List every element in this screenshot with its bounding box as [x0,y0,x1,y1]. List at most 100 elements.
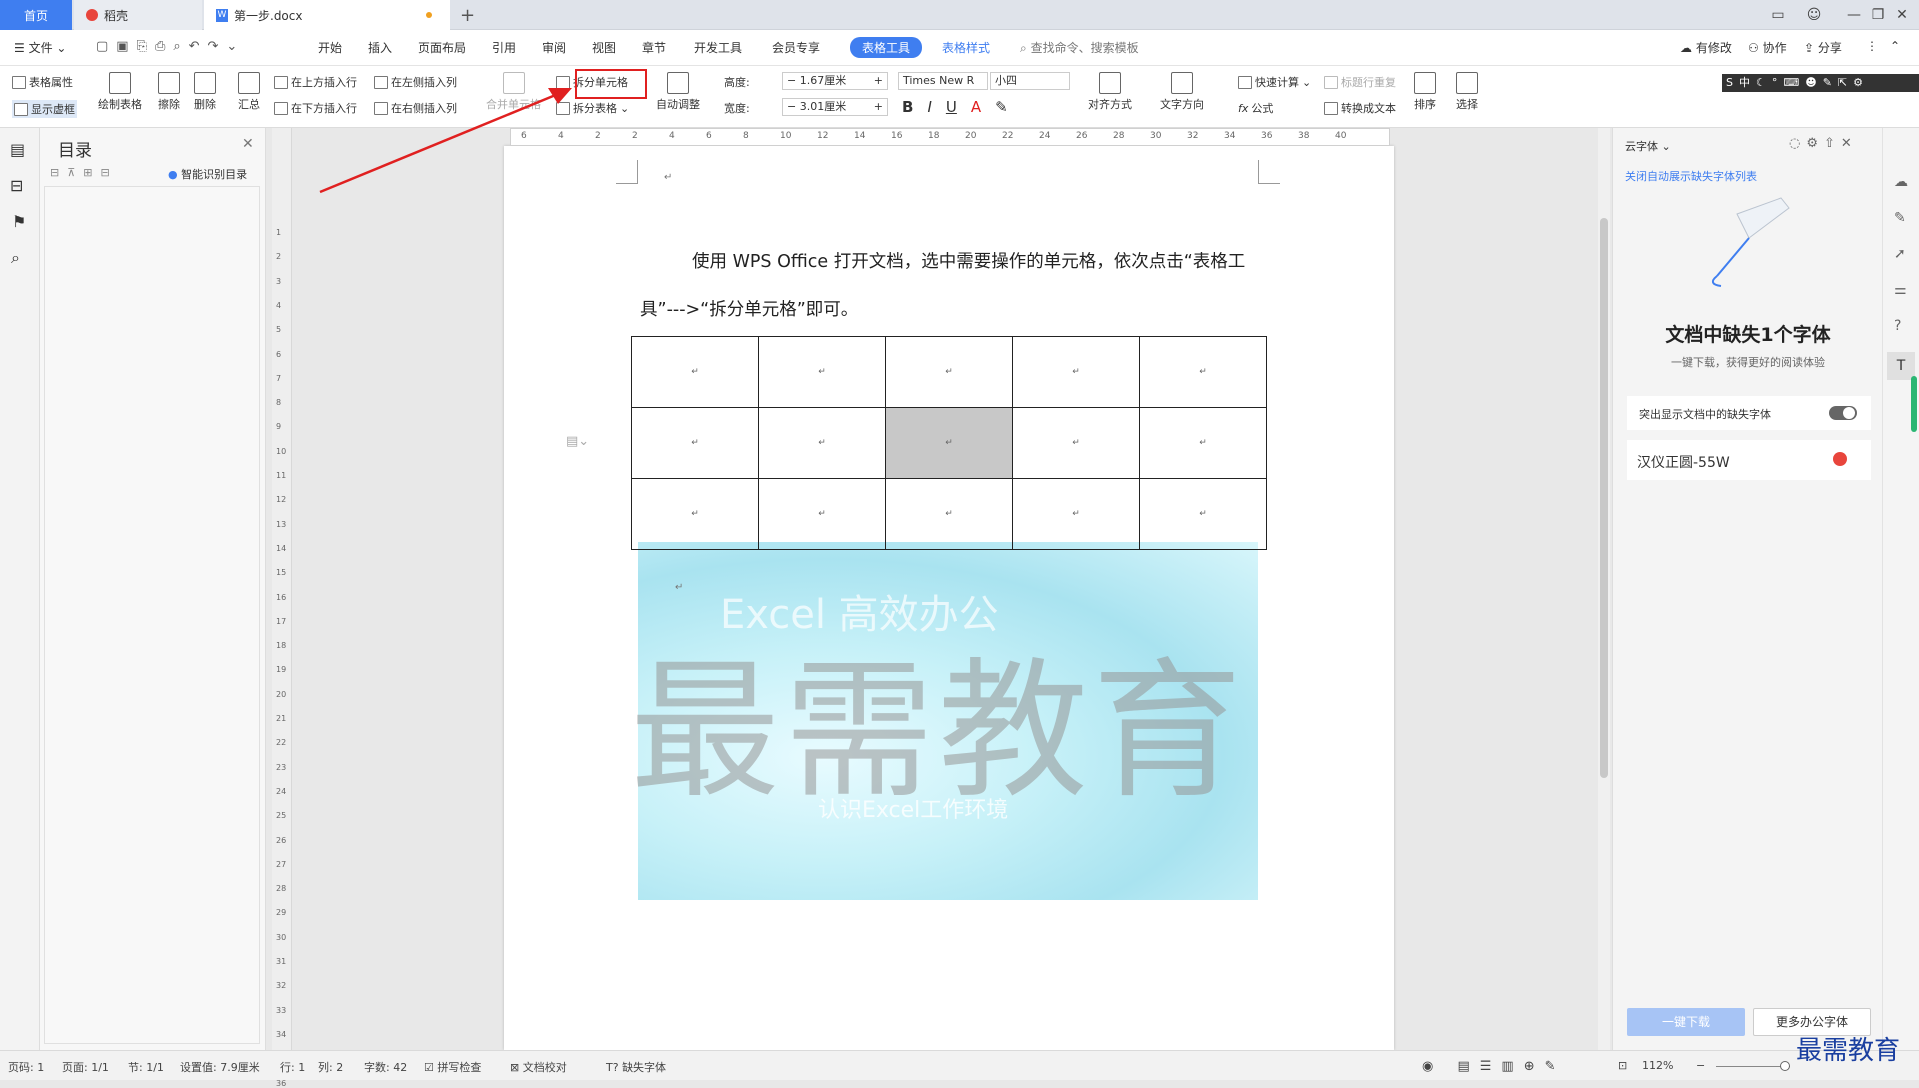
spell-check-button[interactable]: ☑ 拼写检查 [424,1059,481,1075]
font-color-button[interactable]: A [971,98,981,116]
search-command[interactable]: ⌕ 查找命令、搜索模板 [1020,39,1139,56]
share-button[interactable]: ⇪ 分享 [1804,39,1842,56]
file-menu[interactable]: ☰ 文件 ⌄ [14,39,66,56]
table-cell[interactable]: ↵ [1012,336,1140,408]
close-auto-link[interactable]: 关闭自动展示缺失字体列表 [1625,168,1757,184]
select-button[interactable]: 选择 [1456,72,1478,112]
table-cell[interactable]: ↵ [1139,407,1267,479]
download-font-icon[interactable] [1833,452,1847,466]
toc-level-icons[interactable]: ⊟⊼⊞⊟ [50,166,118,179]
view-mode-icons[interactable]: ◉ ▤☰▥⊕✎ [1422,1059,1565,1074]
tab-document[interactable]: W 第一步.docx [204,0,450,30]
zoom-slider[interactable] [1716,1066,1790,1067]
quick-access-icons[interactable]: ▢▣⎘⎙⌕↶↷⌄ [96,39,245,54]
menu-table-style[interactable]: 表格样式 [942,39,990,56]
scroll-thumb[interactable] [1600,218,1608,778]
tab-home[interactable]: 首页 [0,0,72,30]
tab-daoke[interactable]: 稻壳 [74,0,202,30]
table-cell[interactable]: ↵ [885,478,1013,550]
underline-button[interactable]: U [946,98,957,116]
missing-font-button[interactable]: T? 缺失字体 [606,1059,666,1075]
table-cell[interactable]: ↵ [631,407,759,479]
smart-toc-button[interactable]: ● 智能识别目录 [168,166,247,182]
toc-panel-icon[interactable]: ▤ [10,140,25,159]
table-cell[interactable]: ↵ [1139,478,1267,550]
avatar[interactable]: ☺ [1796,0,1832,30]
bookmark-icon[interactable]: ⚑ [12,212,26,231]
insert-row-above-button[interactable]: 在上方插入行 [274,74,357,90]
document-paragraph[interactable]: 使用 WPS Office 打开文档，选中需要操作的单元格，依次点击“表格工具”… [640,238,1266,334]
align-button[interactable]: 对齐方式 [1088,72,1132,112]
collab-button[interactable]: ⚇ 协作 [1748,39,1787,56]
ime-toolbar[interactable]: S中☾°⌨☻✎⇱⚙ [1722,74,1919,92]
table-cell[interactable]: ↵ [1012,478,1140,550]
paragraph-handle-icon[interactable]: ▤⌄ [566,434,589,449]
menu-chapter[interactable]: 章节 [642,39,666,56]
fit-page-icon[interactable]: ⊡ [1618,1059,1627,1072]
table-cell[interactable]: ↵ [631,478,759,550]
table-props-button[interactable]: 表格属性 [12,74,73,90]
quick-calc-button[interactable]: 快速计算 ⌄ [1238,74,1311,90]
draw-table-button[interactable]: 绘制表格 [98,72,142,112]
table-cell[interactable]: ↵ [758,407,886,479]
font-list-item[interactable]: 汉仪正圆-55W [1627,440,1871,480]
menu-table-tools[interactable]: 表格工具 [850,37,923,58]
bold-button[interactable]: B [902,98,913,116]
highlight-toggle[interactable] [1829,406,1857,420]
vertical-scrollbar[interactable] [1598,128,1610,1050]
close-icon[interactable]: ✕ [1884,0,1919,30]
merge-cells-button[interactable]: 合并单元格 [486,72,541,112]
search-panel-icon[interactable]: ⌕ [11,248,20,268]
collapse-ribbon-icon[interactable]: ⌃ [1890,39,1900,53]
convert-to-text-button[interactable]: 转换成文本 [1324,100,1396,116]
document-table[interactable]: ↵ ↵ ↵ ↵ ↵ ↵ ↵ ↵ ↵ ↵ ↵ ↵ ↵ ↵ ↵ [631,336,1267,550]
auto-adjust-button[interactable]: 自动调整 [656,72,700,112]
right-tool-icons[interactable]: ☁ ✎ ➚ ⚌? [1894,164,1908,344]
toc-close-icon[interactable]: ✕ [242,136,254,152]
layout-icon[interactable]: ▭ [1760,0,1796,30]
more-icon[interactable]: ⋮ [1866,39,1878,53]
panel-icons[interactable]: ◌⚙⇧✕ [1789,136,1858,151]
status-words[interactable]: 字数: 42 [364,1059,407,1075]
title-repeat-button[interactable]: 标题行重复 [1324,74,1396,90]
split-table-button[interactable]: 拆分表格 ⌄ [556,100,629,116]
modified-button[interactable]: ☁ 有修改 [1680,39,1732,56]
table-cell[interactable]: ↵ [631,336,759,408]
erase-button[interactable]: 擦除 [158,72,180,112]
show-grid-button[interactable]: 显示虚框 [12,100,77,118]
one-click-download-button[interactable]: 一键下载 [1627,1008,1745,1036]
menu-developer[interactable]: 开发工具 [694,39,742,56]
table-cell-selected[interactable]: ↵ [885,407,1013,479]
zoom-value[interactable]: 112% [1642,1059,1673,1072]
font-name-select[interactable]: Times New R [898,72,988,90]
font-size-select[interactable]: 小四 [990,72,1070,90]
table-cell[interactable]: ↵ [1139,336,1267,408]
text-direction-button[interactable]: 文字方向 [1160,72,1204,112]
table-cell[interactable]: ↵ [758,336,886,408]
menu-insert[interactable]: 插入 [368,39,392,56]
formula-button[interactable]: fx 公式 [1238,100,1273,116]
table-cell[interactable]: ↵ [885,336,1013,408]
menu-reference[interactable]: 引用 [492,39,516,56]
italic-button[interactable]: I [927,98,931,116]
menu-view[interactable]: 视图 [592,39,616,56]
highlight-button[interactable]: ✎ [995,98,1008,116]
new-tab-button[interactable]: + [460,0,475,30]
sum-button[interactable]: 汇总 [238,72,260,112]
insert-row-below-button[interactable]: 在下方插入行 [274,100,357,116]
table-cell[interactable]: ↵ [758,478,886,550]
menu-member[interactable]: 会员专享 [772,39,820,56]
zoom-out-icon[interactable]: − [1696,1059,1705,1072]
height-input[interactable]: − 1.67厘米 + [782,72,888,90]
insert-col-left-button[interactable]: 在左侧插入列 [374,74,457,90]
chapter-nav-icon[interactable]: ⊟ [10,176,23,195]
width-input[interactable]: − 3.01厘米 + [782,98,888,116]
menu-start[interactable]: 开始 [318,39,342,56]
menu-page-layout[interactable]: 页面布局 [418,39,466,56]
insert-col-right-button[interactable]: 在右侧插入列 [374,100,457,116]
delete-button[interactable]: 删除 [194,72,216,112]
menu-review[interactable]: 审阅 [542,39,566,56]
proofread-button[interactable]: ⊠ 文档校对 [510,1059,567,1075]
table-cell[interactable]: ↵ [1012,407,1140,479]
font-tool-icon[interactable]: T [1887,352,1915,380]
